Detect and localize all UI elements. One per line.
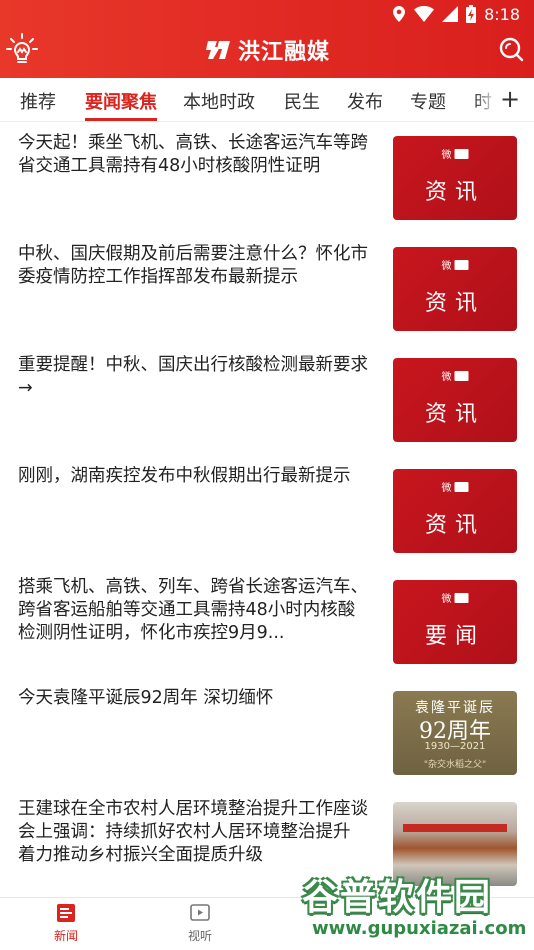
memorial-thumbnail: 袁隆平诞辰 92周年 1930—2021 "杂交水稻之父" [393,691,517,775]
watermark-text: 谷普软件园 [302,877,493,918]
nav-label: 新闻 [53,929,78,943]
video-icon [190,904,210,921]
meeting-banner [403,824,507,832]
news-item[interactable]: 刚刚，湖南疾控发布中秋假期出行最新提示 微 资讯 [0,455,534,566]
news-title: 搭乘飞机、高铁、列车、跨省长途客运汽车、跨省客运船舶等交通工具需持48小时内核酸… [18,577,368,643]
news-thumbnail: 微 资讯 [393,358,517,442]
app-title-group: 洪江融媒 [0,32,534,68]
app-title: 洪江融媒 [237,40,330,65]
brand-badge-icon: 微 [442,257,469,272]
news-item[interactable]: 今天袁隆平诞辰92周年 深切缅怀 袁隆平诞辰 92周年 1930—2021 "杂… [0,677,534,788]
memorial-line: "杂交水稻之父" [423,760,487,770]
status-time: 8:18 [484,4,520,24]
thumbnail-label: 资讯 [424,513,485,538]
news-thumbnail: 微 资讯 [393,469,517,553]
location-icon [393,6,406,22]
news-title: 今天起！乘坐飞机、高铁、长途客运汽车等跨省交通工具需持有48小时核酸阴性证明 [18,133,368,176]
search-icon[interactable] [496,34,526,64]
news-title: 刚刚，湖南疾控发布中秋假期出行最新提示 [18,466,351,486]
news-title: 中秋、国庆假期及前后需要注意什么？怀化市委疫情防控工作指挥部发布最新提示 [18,244,368,287]
news-title: 王建球在全市农村人居环境整治提升工作座谈会上强调：持续抓好农村人居环境整治提升 … [18,799,368,865]
add-tab-icon[interactable]: + [498,84,522,114]
nav-label: 视听 [187,929,212,943]
watermark-url: www.gupuxiazai.com [312,918,527,939]
nav-news[interactable]: 新闻 [36,902,96,948]
news-thumbnail: 微 资讯 [393,247,517,331]
brand-badge-icon: 微 [442,590,469,605]
news-thumbnail: 微 要闻 [393,580,517,664]
thumbnail-label: 资讯 [424,180,485,205]
news-item[interactable]: 中秋、国庆假期及前后需要注意什么？怀化市委疫情防控工作指挥部发布最新提示 微 资… [0,233,534,344]
signal-icon [442,6,459,22]
memorial-line: 1930—2021 [424,741,486,752]
news-title: 重要提醒！中秋、国庆出行核酸检测最新要求→ [18,355,368,398]
tab-special[interactable]: 专题 [410,88,446,114]
brand-badge-icon: 微 [442,146,469,161]
thumbnail-label: 要闻 [424,624,485,649]
status-bar: 8:18 [392,4,520,24]
tab-livelihood[interactable]: 民生 [284,88,320,114]
news-thumbnail: 微 资讯 [393,136,517,220]
thumbnail-label: 资讯 [424,402,485,427]
active-tab-indicator [85,118,157,121]
brand-logo-icon [205,41,230,59]
brand-badge-icon: 微 [442,368,469,383]
title-bar: 洪江融媒 [0,28,534,72]
tab-local-politics[interactable]: 本地时政 [183,88,255,114]
app-header: 8:18 洪江融媒 [0,0,534,78]
thumbnail-label: 资讯 [424,291,485,316]
category-tabs: 推荐 要闻聚焦 本地时政 民生 发布 专题 时 + [0,78,534,122]
brand-badge-icon: 微 [442,479,469,494]
tab-headlines[interactable]: 要闻聚焦 [85,88,157,114]
news-item[interactable]: 今天起！乘坐飞机、高铁、长途客运汽车等跨省交通工具需持有48小时核酸阴性证明 微… [0,122,534,233]
wifi-icon [414,6,435,22]
nav-video[interactable]: 视听 [170,902,230,948]
battery-icon [466,5,477,23]
tab-release[interactable]: 发布 [347,88,383,114]
tab-recommend[interactable]: 推荐 [20,88,56,114]
watermark: 谷普软件园 www.gupuxiazai.com [292,868,534,950]
news-icon [57,904,75,922]
news-title: 今天袁隆平诞辰92周年 深切缅怀 [18,688,274,708]
news-item[interactable]: 重要提醒！中秋、国庆出行核酸检测最新要求→ 微 资讯 [0,344,534,455]
news-item[interactable]: 搭乘飞机、高铁、列车、跨省长途客运汽车、跨省客运船舶等交通工具需持48小时内核酸… [0,566,534,677]
